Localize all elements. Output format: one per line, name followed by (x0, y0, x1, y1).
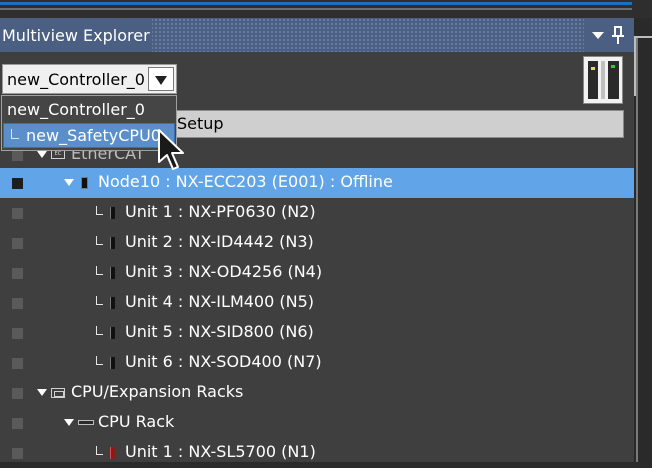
unit-icon (110, 267, 115, 279)
tree-item-checkbox[interactable] (12, 358, 23, 369)
expand-arrow-icon[interactable] (64, 419, 74, 426)
adjacent-panel-edge (634, 18, 652, 462)
tree-item-checkbox[interactable] (12, 208, 23, 219)
chevron-down-icon (155, 76, 167, 85)
unit-icon (110, 237, 115, 249)
controller-hardware-icon[interactable] (583, 56, 623, 104)
tree-item-checkbox[interactable] (12, 418, 23, 429)
tree-branch-line (96, 266, 103, 275)
top-accent-line (0, 2, 632, 5)
panel-menu-dropdown-icon[interactable] (592, 32, 604, 39)
tree-item-label: CPU/Expansion Racks (71, 382, 244, 401)
tree-item-label: Unit 1 : NX-SL5700 (N1) (125, 442, 316, 461)
tree-branch-line (96, 236, 103, 245)
panel-title-bar: Multiview Explorer (0, 18, 634, 52)
dropdown-option-label: new_Controller_0 (7, 100, 145, 119)
controller-select-button[interactable] (148, 67, 174, 91)
tree-item-checkbox[interactable] (12, 178, 23, 189)
controller-dropdown-list: new_Controller_0 new_SafetyCPU0 (1, 95, 177, 151)
tree-item-label: Unit 6 : NX-SOD400 (N7) (125, 352, 322, 371)
window-top-strip (0, 0, 652, 18)
dropdown-option-safetycpu[interactable]: new_SafetyCPU0 (3, 123, 175, 148)
tree-item-unit5[interactable]: Unit 5 : NX-SID800 (N6) (0, 318, 634, 348)
tree-branch-line (96, 356, 103, 365)
cpu-rack-icon (78, 420, 94, 425)
tree-item-cpu-expansion-racks[interactable]: CPU/Expansion Racks (0, 378, 634, 408)
setup-bar[interactable]: Setup (140, 110, 624, 138)
mouse-pointer-icon (158, 129, 184, 170)
controller-select-value: new_Controller_0 (7, 70, 145, 89)
tree-item-checkbox[interactable] (12, 388, 23, 399)
tree-item-node10[interactable]: Node10 : NX-ECC203 (E001) : Offline (0, 168, 634, 198)
tree-item-unit4[interactable]: Unit 4 : NX-ILM400 (N5) (0, 288, 634, 318)
dropdown-option-label: new_SafetyCPU0 (26, 126, 161, 145)
unit-icon (110, 357, 115, 369)
tree-item-label: Unit 3 : NX-OD4256 (N4) (125, 262, 323, 281)
tree-item-label: Unit 1 : NX-PF0630 (N2) (125, 202, 316, 221)
panel-edge-line (636, 38, 638, 462)
top-divider-line (0, 8, 632, 10)
tree-item-cpu-unit1[interactable]: Unit 1 : NX-SL5700 (N1) (0, 438, 634, 468)
unit-icon (110, 297, 115, 309)
tree-branch-icon (11, 129, 19, 139)
node-icon (81, 177, 88, 189)
expand-arrow-icon[interactable] (37, 151, 47, 158)
tree-branch-line (96, 446, 103, 455)
tree-branch-line (96, 326, 103, 335)
tree-item-label: CPU Rack (98, 412, 175, 431)
tree-item-checkbox[interactable] (12, 238, 23, 249)
tree-item-label: Node10 : NX-ECC203 (E001) : Offline (98, 172, 393, 191)
tree-branch-line (96, 206, 103, 215)
expand-arrow-icon[interactable] (37, 389, 47, 396)
tree-item-checkbox[interactable] (12, 268, 23, 279)
tree-item-label: Unit 2 : NX-ID4442 (N3) (125, 232, 314, 251)
tree-item-checkbox[interactable] (12, 298, 23, 309)
ethercat-icon: EC (51, 150, 65, 159)
tree-item-checkbox[interactable] (12, 448, 23, 459)
tree-item-label: Unit 5 : NX-SID800 (N6) (125, 322, 314, 341)
pin-icon[interactable] (612, 26, 624, 44)
expand-arrow-icon[interactable] (64, 179, 74, 186)
controller-select[interactable]: new_Controller_0 (2, 64, 177, 94)
rack-icon (51, 388, 65, 398)
tree-item-checkbox[interactable] (12, 328, 23, 339)
tree-item-unit3[interactable]: Unit 3 : NX-OD4256 (N4) (0, 258, 634, 288)
unit-icon (110, 327, 115, 339)
title-actions (584, 18, 634, 52)
dropdown-option-controller[interactable]: new_Controller_0 (3, 97, 175, 122)
tree-item-unit1[interactable]: Unit 1 : NX-PF0630 (N2) (0, 198, 634, 228)
tree-item-cpu-rack[interactable]: CPU Rack (0, 408, 634, 438)
tree-item-label: Unit 4 : NX-ILM400 (N5) (125, 292, 314, 311)
tree-item-unit2[interactable]: Unit 2 : NX-ID4442 (N3) (0, 228, 634, 258)
tree-branch-line (96, 296, 103, 305)
safety-unit-icon (110, 447, 115, 459)
unit-icon (110, 207, 115, 219)
panel-title: Multiview Explorer (2, 26, 150, 45)
tree-item-unit6[interactable]: Unit 6 : NX-SOD400 (N7) (0, 348, 634, 378)
tree-item-checkbox[interactable] (12, 150, 23, 161)
